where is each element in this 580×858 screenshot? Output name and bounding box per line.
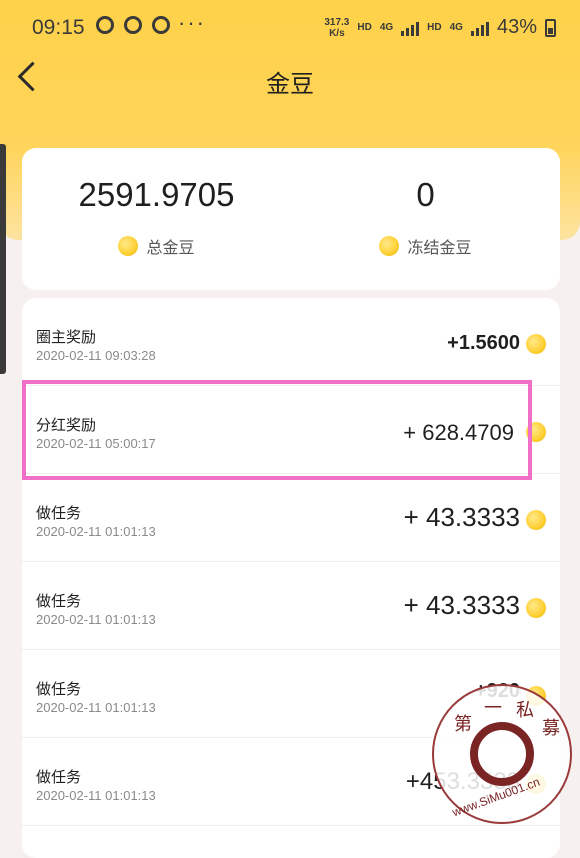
- record-date: 2020-02-11 01:01:13: [36, 700, 156, 715]
- watermark-char: 募: [542, 718, 560, 738]
- record-title: 做任务: [36, 593, 82, 610]
- watermark-seal: 第 一 私 募 www.SiMu001.cn: [432, 684, 572, 824]
- total-beans-section: 2591.9705 总金豆: [22, 176, 291, 258]
- record-date: 2020-02-11 01:01:13: [36, 524, 156, 539]
- watermark-char: 私: [516, 700, 534, 720]
- record-title: 分红奖励: [36, 417, 97, 434]
- status-bar: 09:15 ··· 317.3 K/s HD 4G HD 4G 43%: [0, 0, 580, 56]
- record-date: 2020-02-11 01:01:13: [36, 788, 156, 803]
- side-handle: [0, 144, 6, 374]
- gold-bean-icon: [379, 236, 400, 256]
- status-time: 09:15: [32, 16, 85, 39]
- watermark-char: 第: [454, 714, 472, 734]
- gold-bean-icon: [526, 598, 546, 618]
- record-title: 做任务: [36, 505, 82, 522]
- record-amount: + 43.3333: [403, 590, 520, 620]
- total-beans-value: 2591.9705: [78, 176, 235, 213]
- gold-bean-icon: [526, 334, 546, 354]
- more-notifications-icon: ···: [178, 10, 206, 35]
- gold-bean-icon: [526, 422, 546, 442]
- watermark-char: 一: [484, 698, 502, 718]
- balance-summary-card: 2591.9705 总金豆 0 冻结金豆: [22, 148, 560, 290]
- battery-icon: [545, 18, 556, 37]
- gold-bean-icon: [118, 236, 139, 256]
- record-date: 2020-02-11 01:01:13: [36, 612, 156, 627]
- frozen-beans-section: 0 冻结金豆: [291, 176, 560, 258]
- list-item[interactable]: 圈主奖励 2020-02-11 09:03:28 +1.5600: [22, 298, 560, 386]
- record-amount: + 628.4709: [403, 420, 514, 445]
- frozen-beans-value: 0: [416, 176, 435, 213]
- network-speed: 317.3 K/s: [324, 16, 350, 39]
- record-amount: +1.5600: [447, 332, 520, 354]
- record-title: 圈主奖励: [36, 329, 97, 346]
- list-item[interactable]: 做任务 2020-02-11 01:01:13 + 43.3333: [22, 562, 560, 650]
- hd-label: HD: [427, 22, 442, 33]
- frozen-beans-label: 冻结金豆: [407, 240, 472, 257]
- 4g-label: 4G: [449, 22, 463, 33]
- signal-icon: [470, 20, 489, 36]
- battery-percent: 43%: [496, 16, 537, 38]
- qq-app-icon: [124, 16, 142, 34]
- hd-label: HD: [357, 22, 372, 33]
- record-amount: + 43.3333: [403, 502, 520, 532]
- page-title: 金豆: [266, 71, 314, 98]
- nav-bar: 金豆: [0, 56, 580, 100]
- record-title: 做任务: [36, 681, 82, 698]
- list-item[interactable]: 分红奖励 2020-02-11 05:00:17 + 628.4709: [22, 386, 560, 474]
- record-date: 2020-02-11 05:00:17: [36, 436, 156, 451]
- signal-icon: [401, 20, 420, 36]
- list-item[interactable]: 做任务 2020-02-11 01:01:13 + 43.3333: [22, 474, 560, 562]
- status-indicators: 317.3 K/s HD 4G HD 4G 43%: [324, 16, 556, 39]
- record-date: 2020-02-11 09:03:28: [36, 348, 156, 363]
- notification-icons: [96, 16, 170, 34]
- qq-app-icon: [152, 16, 170, 34]
- 4g-label: 4G: [379, 22, 394, 33]
- total-beans-label: 总金豆: [146, 240, 195, 257]
- record-title: 做任务: [36, 769, 82, 786]
- qq-app-icon: [96, 16, 114, 34]
- gold-bean-icon: [526, 510, 546, 530]
